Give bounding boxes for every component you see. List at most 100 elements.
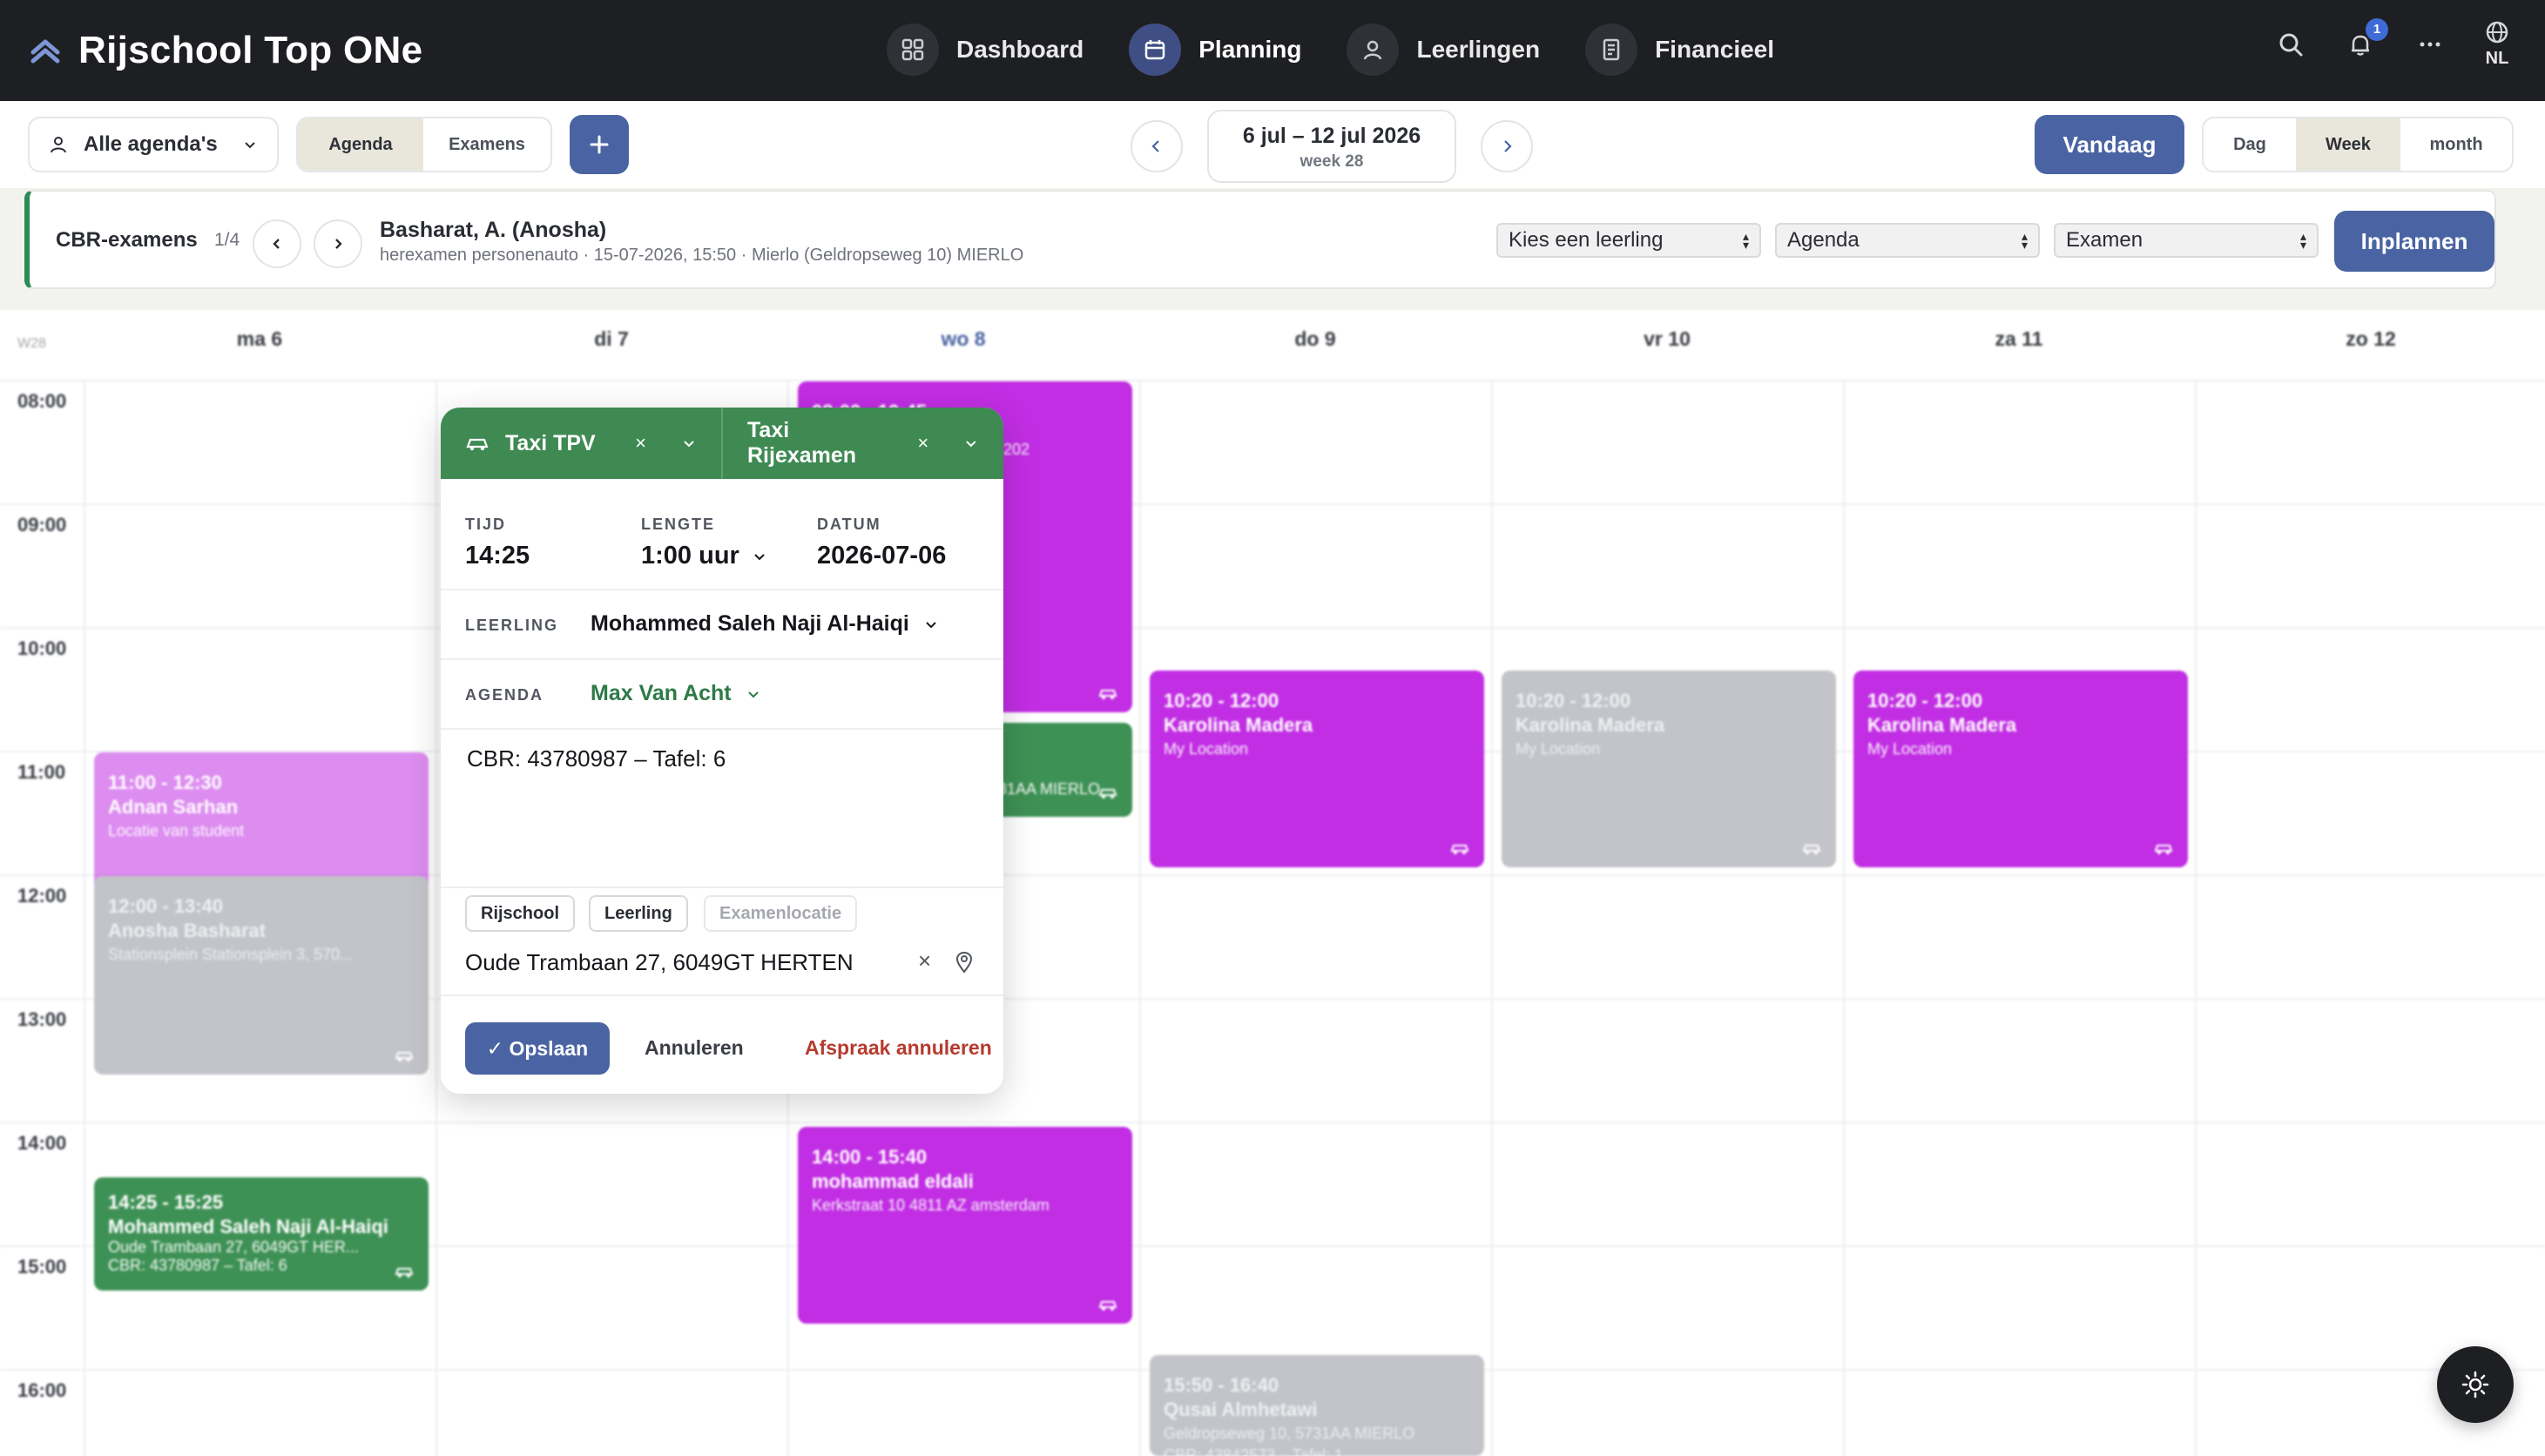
event-time: 10:20 - 12:00 xyxy=(1164,690,1279,711)
nav-leerlingen[interactable]: Leerlingen xyxy=(1347,21,1540,78)
chevron-right-icon xyxy=(1504,140,1512,152)
time-label: TIJD xyxy=(465,516,507,533)
clear-icon[interactable]: × xyxy=(917,432,928,455)
nav-planning[interactable]: Planning xyxy=(1129,21,1301,78)
agenda-select-value: Agenda xyxy=(1787,228,1860,252)
day-header[interactable]: di 7 xyxy=(435,327,787,351)
calendar-event[interactable]: 10:20 - 12:00 Karolina Madera My Locatio… xyxy=(1150,671,1484,867)
event-location: 202 xyxy=(1003,441,1030,458)
calendar-event[interactable]: 10:20 - 12:00 Karolina Madera My Locatio… xyxy=(1502,671,1836,867)
event-location: My Location xyxy=(1867,740,1953,758)
appointment-type-label: Taxi Rijexamen xyxy=(747,418,857,468)
chevron-down-icon[interactable] xyxy=(681,435,697,451)
theme-toggle-button[interactable] xyxy=(2437,1346,2514,1423)
event-student: Mohammed Saleh Naji Al-Haiqi xyxy=(108,1216,388,1237)
cbr-exam-details: herexamen personenauto · 15-07-2026, 15:… xyxy=(380,246,1024,265)
length-label: LENGTE xyxy=(641,516,716,533)
hour-label: 08:00 xyxy=(17,390,67,412)
sun-icon xyxy=(2461,1371,2489,1399)
nav-financieel[interactable]: Financieel xyxy=(1585,21,1774,78)
hour-row: 10:00 xyxy=(0,627,2545,659)
day-header[interactable]: ma 6 xyxy=(84,327,435,351)
agenda-select[interactable]: Max Van Acht xyxy=(591,681,761,706)
event-student: Anosha Basharat xyxy=(108,920,266,941)
hour-label: 11:00 xyxy=(17,761,66,783)
language-switcher[interactable]: NL xyxy=(2484,19,2510,69)
day-header-today[interactable]: wo 8 xyxy=(787,327,1139,351)
car-icon xyxy=(1098,1301,1117,1311)
cbr-previous-button[interactable] xyxy=(253,219,301,268)
date-value[interactable]: 2026-07-06 xyxy=(817,542,946,570)
cbr-exam-card: CBR-examens 1/4 Basharat, A. (Anosha) he… xyxy=(24,190,2496,289)
day-header[interactable]: vr 10 xyxy=(1491,327,1843,351)
day-divider xyxy=(1139,380,1141,1456)
day-divider xyxy=(1843,380,1845,1456)
event-location: My Location xyxy=(1164,740,1249,758)
cbr-next-button[interactable] xyxy=(314,219,362,268)
car-icon xyxy=(466,438,489,451)
chevron-down-icon[interactable] xyxy=(963,435,979,451)
main-nav: Dashboard Planning Leerlingen Financieel xyxy=(887,21,1774,78)
next-week-button[interactable] xyxy=(1481,120,1533,172)
event-student: mohammad eldali xyxy=(812,1170,974,1192)
nav-dashboard[interactable]: Dashboard xyxy=(887,21,1083,78)
schedule-button[interactable]: Inplannen xyxy=(2334,211,2494,272)
length-value: 1:00 uur xyxy=(641,542,739,570)
day-header[interactable]: do 9 xyxy=(1139,327,1491,351)
exam-select[interactable]: Examen ▴ ▾ xyxy=(2054,223,2319,258)
event-student: Adnan Sarhan xyxy=(108,796,239,818)
calendar-event[interactable]: 14:00 - 15:40 mohammad eldali Kerkstraat… xyxy=(798,1127,1132,1324)
event-time: 14:00 - 15:40 xyxy=(812,1146,928,1168)
student-select[interactable]: Kies een leerling ▴ ▾ xyxy=(1496,223,1761,258)
appointment-editor-popup: Taxi TPV × Taxi Rijexamen × TIJD 14:25 L… xyxy=(441,408,1003,1094)
brand[interactable]: Rijschool Top ONe xyxy=(28,23,422,78)
tab-agenda[interactable]: Agenda xyxy=(298,118,423,171)
cancel-appointment-button[interactable]: Afspraak annuleren xyxy=(805,1036,992,1060)
day-header[interactable]: zo 12 xyxy=(2195,327,2545,351)
event-student: Karolina Madera xyxy=(1164,714,1313,736)
event-student: Karolina Madera xyxy=(1867,714,2017,736)
view-day[interactable]: Dag xyxy=(2204,118,2296,171)
nav-leerlingen-label: Leerlingen xyxy=(1416,36,1541,63)
calendar-event[interactable]: 14:25 - 15:25 Mohammed Saleh Naji Al-Hai… xyxy=(94,1177,429,1291)
length-select[interactable]: 1:00 uur xyxy=(641,542,767,570)
calendar-event[interactable]: 15:50 - 16:40 Qusai Almhetawi Geldropsew… xyxy=(1150,1355,1484,1456)
chevron-down-icon xyxy=(926,621,936,628)
more-icon[interactable] xyxy=(2414,29,2446,60)
date-range-picker[interactable]: 6 jul – 12 jul 2026 week 28 xyxy=(1207,110,1456,183)
bell-icon[interactable]: 1 xyxy=(2345,17,2388,60)
student-select[interactable]: Mohammed Saleh Naji Al-Haiqi xyxy=(591,611,939,637)
chevron-down-icon xyxy=(747,691,759,698)
car-icon xyxy=(1802,845,1821,854)
appointment-type-taxi-tpv[interactable]: Taxi TPV × xyxy=(441,408,721,479)
agenda-label: AGENDA xyxy=(465,686,544,704)
brand-logo-icon xyxy=(30,39,60,64)
cancel-button[interactable]: Annuleren xyxy=(645,1036,744,1060)
time-value[interactable]: 14:25 xyxy=(465,542,530,570)
agenda-select[interactable]: Agenda ▴ ▾ xyxy=(1775,223,2040,258)
chevron-left-icon xyxy=(1151,140,1159,152)
view-month[interactable]: month xyxy=(2400,118,2512,171)
hour-label: 12:00 xyxy=(17,885,67,907)
clear-icon[interactable]: × xyxy=(635,432,646,455)
car-icon xyxy=(395,1268,414,1277)
calendar-event[interactable]: 10:20 - 12:00 Karolina Madera My Locatio… xyxy=(1853,671,2188,867)
today-button[interactable]: Vandaag xyxy=(2035,115,2184,174)
search-icon[interactable] xyxy=(2275,29,2306,60)
hour-label: 16:00 xyxy=(17,1379,67,1401)
agenda-value: Max Van Acht xyxy=(591,681,732,705)
view-week[interactable]: Week xyxy=(2296,118,2400,171)
planning-toolbar: Alle agenda's Agenda Examens 6 jul – 12 … xyxy=(0,101,2545,188)
calendar-event[interactable]: 12:00 - 13:40 Anosha Basharat Stationspl… xyxy=(94,876,429,1075)
car-icon xyxy=(1098,789,1117,799)
previous-week-button[interactable] xyxy=(1131,120,1183,172)
appointment-type-taxi-rijexamen[interactable]: Taxi Rijexamen × xyxy=(721,408,1003,479)
agenda-filter-select[interactable]: Alle agenda's xyxy=(28,117,279,172)
chevron-right-icon xyxy=(335,239,342,249)
day-header[interactable]: za 11 xyxy=(1843,327,2195,351)
event-student: Qusai Almhetawi xyxy=(1164,1399,1318,1420)
tab-examens[interactable]: Examens xyxy=(423,118,550,171)
event-note: CBR: 43780987 – Tafel: 6 xyxy=(108,1257,287,1274)
add-appointment-button[interactable] xyxy=(570,115,629,174)
save-button[interactable]: ✓ Opslaan xyxy=(465,1022,610,1075)
